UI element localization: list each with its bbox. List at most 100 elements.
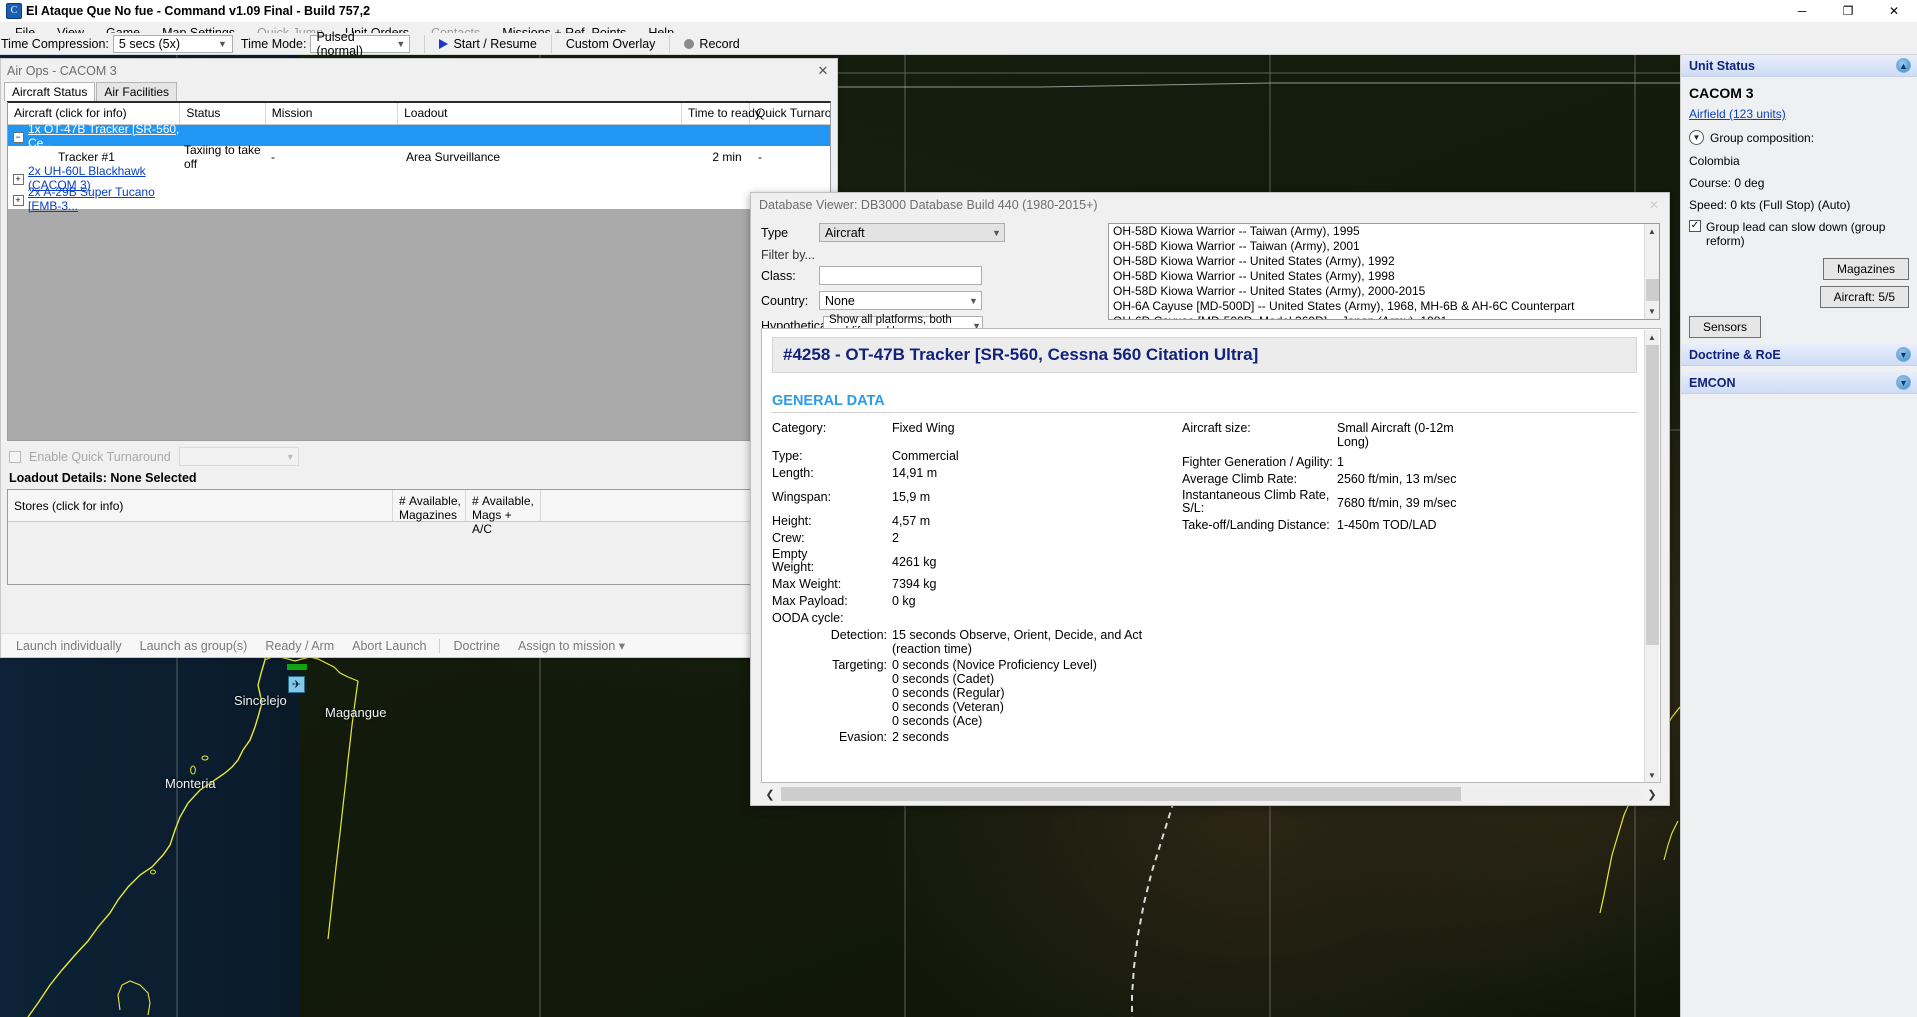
column-mission[interactable]: Mission (266, 103, 399, 124)
time-mode-select[interactable]: Pulsed (normal) ▼ (310, 30, 411, 58)
map-label-monteria: Monteria (165, 776, 216, 791)
record-button[interactable]: Record (676, 35, 747, 53)
emcon-title: EMCON (1689, 375, 1736, 390)
column-loadout[interactable]: Loadout (398, 103, 682, 124)
tab-aircraft-status[interactable]: Aircraft Status (4, 82, 96, 101)
column-available-magazines[interactable]: # Available, Magazines (393, 490, 466, 522)
scroll-down-icon[interactable]: ▼ (1645, 304, 1659, 319)
country-select[interactable]: None ▼ (819, 291, 982, 310)
custom-overlay-button[interactable]: Custom Overlay (558, 35, 664, 53)
aircraft-button[interactable]: Aircraft: 5/5 (1819, 286, 1909, 308)
magazines-button[interactable]: Magazines (1822, 258, 1909, 280)
maximize-button[interactable]: ❐ (1825, 0, 1871, 22)
list-item[interactable]: OH-58D Kiowa Warrior -- United States (A… (1109, 284, 1644, 299)
air-ops-title: Air Ops - CACOM 3 (7, 63, 117, 78)
group-lead-checkbox[interactable]: ✓ (1689, 220, 1701, 232)
doctrine-roe-header[interactable]: Doctrine & RoE ▼ (1681, 344, 1917, 366)
column-time-to-ready[interactable]: Time to ready (682, 103, 761, 124)
scrollbar-thumb[interactable] (781, 787, 1461, 801)
database-filters: Type Aircraft ▼ Filter by... Class: Coun… (761, 223, 1101, 341)
scroll-up-icon[interactable]: ▲ (1645, 224, 1659, 239)
list-item[interactable]: OH-58D Kiowa Warrior -- United States (A… (1109, 254, 1644, 269)
chevron-up-icon[interactable]: ▲ (1896, 58, 1911, 73)
list-item[interactable]: OH-58D Kiowa Warrior -- Taiwan (Army), 2… (1109, 239, 1644, 254)
airfield-link[interactable]: Airfield (123 units) (1689, 107, 1909, 121)
field-length: Length: 14,91 m (772, 466, 1177, 480)
database-viewer-dialog: Database Viewer: DB3000 Database Build 4… (750, 192, 1670, 806)
list-item[interactable]: OH-6A Cayuse [MD-500D] -- United States … (1109, 299, 1644, 314)
list-item[interactable]: OH-58D Kiowa Warrior -- United States (A… (1109, 269, 1644, 284)
launch-as-groups-button[interactable]: Launch as group(s) (131, 637, 257, 655)
time-mode-label: Time Mode: (240, 36, 307, 51)
emcon-header[interactable]: EMCON ▼ (1681, 372, 1917, 394)
record-label: Record (699, 36, 740, 51)
record-vertical-scrollbar[interactable]: ▲ ▼ (1644, 330, 1659, 782)
field-value: 2560 ft/min, 13 m/sec (1337, 472, 1457, 486)
doctrine-button[interactable]: Doctrine (444, 637, 509, 655)
unit-status-header[interactable]: Unit Status ▲ (1681, 55, 1917, 77)
field-takeoff-landing-distance: Take-off/Landing Distance: 1-450m TOD/LA… (1182, 518, 1622, 532)
right-side-panel: Unit Status ▲ CACOM 3 Airfield (123 unit… (1680, 55, 1917, 1017)
scroll-left-icon[interactable]: ❮ (761, 788, 779, 801)
list-item[interactable]: OH-6D Cayuse [MD-500D, Model 369D] -- Ja… (1109, 314, 1644, 320)
row-expander[interactable]: + (8, 192, 28, 206)
scrollbar-thumb[interactable] (1646, 345, 1659, 645)
time-compression-select[interactable]: 5 secs (5x) ▼ (112, 34, 233, 53)
start-resume-button[interactable]: Start / Resume (431, 35, 544, 53)
record-horizontal-scrollbar[interactable]: ❮ ❯ (761, 785, 1661, 803)
field-wingspan: Wingspan: 15,9 m (772, 490, 1177, 504)
list-item[interactable]: OH-58D Kiowa Warrior -- Taiwan (Army), 1… (1109, 224, 1644, 239)
ready-arm-button[interactable]: Ready / Arm (256, 637, 343, 655)
scroll-right-icon[interactable]: ❯ (1643, 788, 1661, 801)
row-expander[interactable]: − (8, 129, 28, 143)
sensors-button[interactable]: Sensors (1689, 316, 1762, 338)
table-row[interactable]: + 2x A-29B Super Tucano [EMB-3... (8, 185, 830, 213)
tab-air-facilities[interactable]: Air Facilities (96, 82, 178, 101)
start-resume-label: Start / Resume (453, 36, 537, 51)
minimize-button[interactable]: ─ (1779, 0, 1825, 22)
enable-quick-turnaround-checkbox[interactable] (9, 450, 21, 463)
chevron-down-icon[interactable]: ▼ (1896, 347, 1911, 362)
scrollbar-track[interactable] (1645, 345, 1659, 768)
field-value: 7394 kg (892, 577, 937, 591)
field-label: Average Climb Rate: (1182, 472, 1298, 486)
field-value: 7680 ft/min, 39 m/sec (1337, 496, 1457, 510)
group-composition-label: Group composition: (1710, 130, 1815, 145)
column-available-mags-ac[interactable]: # Available, Mags + A/C (466, 490, 541, 536)
scrollbar-track[interactable] (779, 787, 1643, 801)
aircraft-unit-icon[interactable]: ✈ (288, 676, 305, 693)
column-status[interactable]: Status (180, 103, 266, 124)
assign-to-mission-button[interactable]: Assign to mission ▾ (509, 636, 634, 655)
list-vertical-scrollbar[interactable]: ▲ ▼ (1644, 224, 1659, 319)
cell-aircraft[interactable]: 2x A-29B Super Tucano [EMB-3... (28, 185, 184, 213)
launch-individually-button[interactable]: Launch individually (7, 637, 131, 655)
row-expander[interactable]: + (8, 171, 28, 185)
abort-launch-button[interactable]: Abort Launch (343, 637, 435, 655)
doctrine-roe-title: Doctrine & RoE (1689, 347, 1781, 362)
scrollbar-thumb[interactable] (1646, 279, 1659, 301)
cell-aircraft[interactable]: 1x OT-47B Tracker [SR-560, Ce... (28, 122, 184, 150)
quick-turnaround-row: Enable Quick Turnaround ▼ (1, 441, 837, 468)
magazines-button-row: Magazines (1689, 258, 1909, 280)
column-stores[interactable]: Stores (click for info) (8, 490, 393, 521)
group-composition-row[interactable]: ▼ Group composition: (1689, 130, 1909, 145)
table-row[interactable]: − 1x OT-47B Tracker [SR-560, Ce... (8, 122, 830, 150)
field-type: Type: Commercial (772, 449, 1177, 463)
close-icon[interactable]: ✕ (809, 60, 837, 82)
database-result-list[interactable]: OH-58D Kiowa Warrior -- Taiwan (Army), 1… (1108, 223, 1660, 320)
quick-turnaround-select[interactable]: ▼ (178, 447, 299, 466)
chevron-down-icon[interactable]: ▼ (1689, 130, 1704, 145)
group-lead-slow-down-row[interactable]: ✓ Group lead can slow down (group reform… (1689, 220, 1909, 248)
type-select[interactable]: Aircraft ▼ (819, 223, 1005, 242)
close-button[interactable]: ✕ (1871, 0, 1917, 22)
scrollbar-track[interactable] (1645, 239, 1659, 304)
chevron-down-icon[interactable]: ▼ (1896, 375, 1911, 390)
scroll-down-icon[interactable]: ▼ (1645, 768, 1659, 782)
class-input[interactable] (819, 266, 982, 285)
scroll-up-icon[interactable]: ▲ (1645, 330, 1659, 345)
play-icon (439, 38, 449, 49)
country-label: Country: (761, 293, 809, 308)
column-quick-turnaround[interactable]: Quick Turnaround (750, 103, 830, 124)
close-icon[interactable]: ✕ (1639, 198, 1669, 212)
record-header: #4258 - OT-47B Tracker [SR-560, Cessna 5… (772, 337, 1637, 373)
